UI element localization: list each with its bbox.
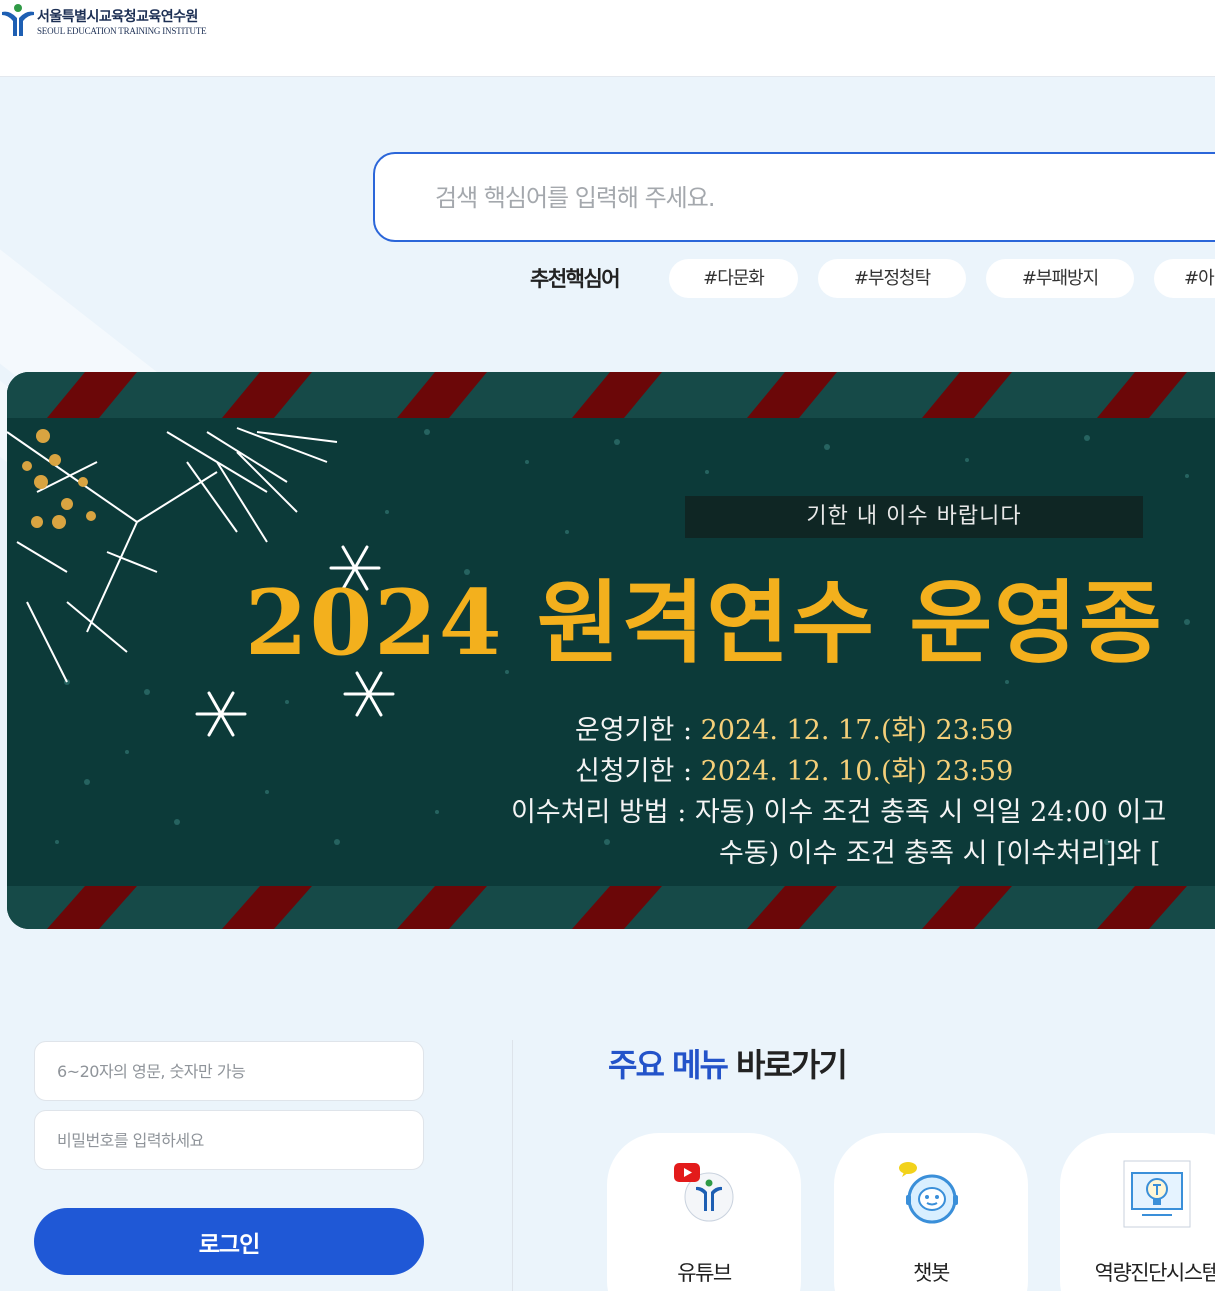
- banner-info-value: 2024. 12. 17.(화) 23:59: [700, 715, 1014, 746]
- quick-menu-chatbot[interactable]: 챗봇: [834, 1133, 1028, 1291]
- banner-info-row: 수동) 이수 조건 충족 시 [이수처리]와 [: [719, 831, 1160, 870]
- quick-menu-competency-diagnosis[interactable]: 역량진단시스템: [1060, 1133, 1215, 1291]
- quick-menu-label: 역량진단시스템: [1094, 1261, 1215, 1285]
- quick-menu-title-highlight: 주요 메뉴: [608, 1046, 729, 1084]
- banner-info-row: 운영기한 : 2024. 12. 17.(화) 23:59: [575, 708, 1013, 747]
- banner-info-value: 수동) 이수 조건 충족 시 [이수처리]와 [: [719, 838, 1161, 869]
- chatbot-icon: [899, 1162, 958, 1224]
- logo-mark-icon: [2, 4, 34, 36]
- user-id-input[interactable]: [34, 1041, 424, 1101]
- banner-info-row: 이수처리 방법 : 자동) 이수 조건 충족 시 익일 24:00 이고: [511, 790, 1166, 829]
- quick-menu-label: 챗봇: [913, 1261, 950, 1285]
- password-input[interactable]: [34, 1110, 424, 1170]
- site-logo[interactable]: 서울특별시교육청교육연수원 SEOUL EDUCATION TRAINING I…: [0, 0, 240, 44]
- keyword-tag-improper-solicitation[interactable]: #부정청탁: [818, 259, 966, 298]
- banner-info-label: 이수처리 방법 :: [511, 797, 695, 828]
- youtube-icon: [674, 1163, 734, 1222]
- search-box: [373, 152, 1215, 242]
- banner-info-row: 신청기한 : 2024. 12. 10.(화) 23:59: [575, 749, 1013, 788]
- site-header: 서울특별시교육청교육연수원 SEOUL EDUCATION TRAINING I…: [0, 0, 1215, 77]
- quick-menu-label: 유튜브: [677, 1261, 732, 1285]
- banner-notice: 기한 내 이수 바랍니다: [685, 496, 1143, 538]
- banner-title: 2024 원격연수 운영종: [245, 570, 1164, 676]
- keyword-tag-multicultural[interactable]: #다문화: [669, 259, 798, 298]
- logo-english-text: SEOUL EDUCATION TRAINING INSTITUTE: [37, 26, 207, 36]
- recommended-keywords-label: 추천핵심어: [530, 267, 621, 291]
- competency-diagnosis-icon: [1123, 1160, 1191, 1228]
- search-input[interactable]: [435, 178, 1135, 218]
- quick-menu-title-rest: 바로가기: [726, 1046, 848, 1084]
- quick-menu-title: 주요 메뉴 바로가기: [608, 1040, 848, 1086]
- keyword-tag-partial[interactable]: #아: [1154, 259, 1215, 298]
- login-button[interactable]: 로그인: [34, 1208, 424, 1275]
- banner-info-value: 2024. 12. 10.(화) 23:59: [700, 756, 1014, 787]
- banner-info-label: 운영기한 :: [575, 715, 701, 746]
- logo-korean-text: 서울특별시교육청교육연수원: [37, 9, 198, 25]
- keyword-tag-anti-corruption[interactable]: #부패방지: [986, 259, 1134, 298]
- banner-info-value: 자동) 이수 조건 충족 시 익일 24:00 이고: [694, 797, 1167, 828]
- section-divider: [512, 1040, 513, 1291]
- quick-menu-youtube[interactable]: 유튜브: [607, 1133, 801, 1291]
- banner-info-label: 신청기한 :: [575, 756, 701, 787]
- main-banner[interactable]: 기한 내 이수 바랍니다 2024 원격연수 운영종 운영기한 : 2024. …: [7, 372, 1215, 929]
